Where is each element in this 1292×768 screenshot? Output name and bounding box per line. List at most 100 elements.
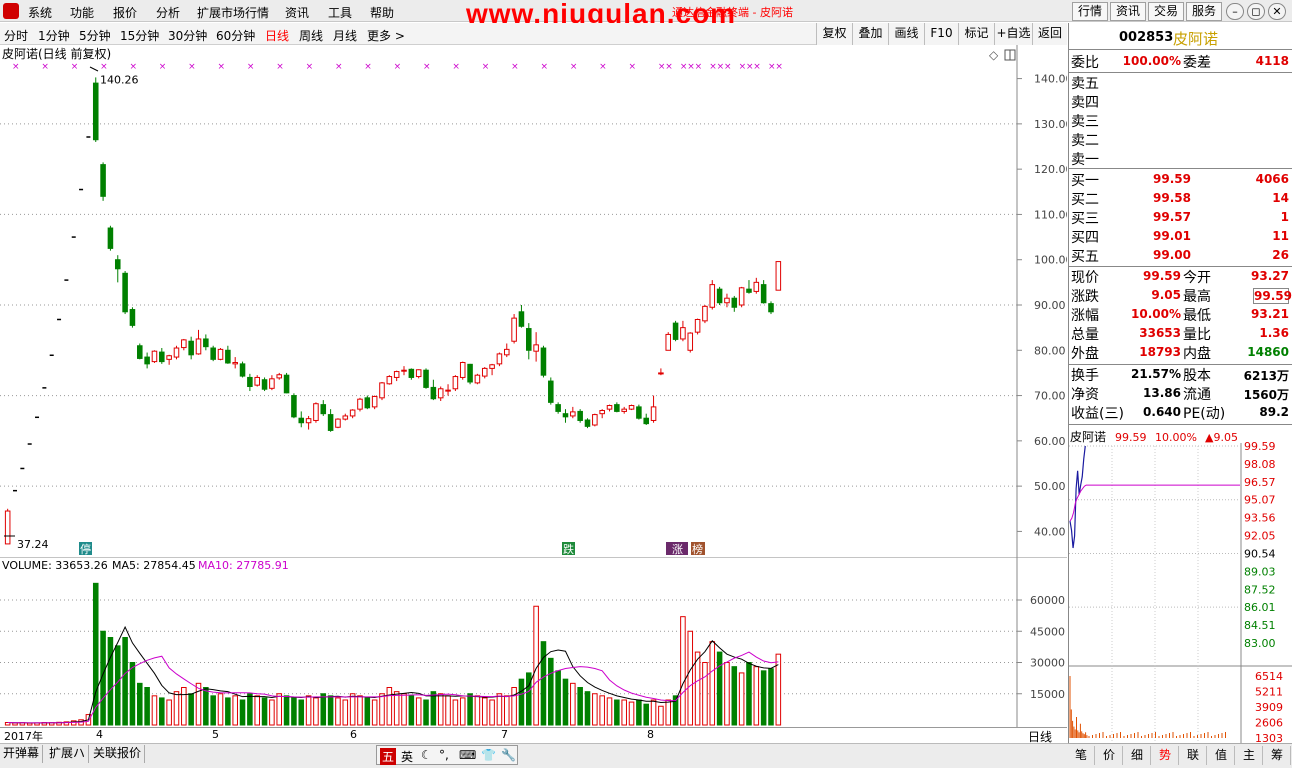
mini-price: 99.59 [1115, 431, 1147, 444]
punctuation-icon[interactable]: °, [439, 748, 449, 762]
top-button-service[interactable]: 服务 [1186, 2, 1222, 21]
volume-bar [393, 691, 400, 726]
period-monthly[interactable]: 月线 [333, 27, 357, 44]
candle [159, 348, 165, 364]
candle [349, 409, 356, 419]
tab-ticks[interactable]: 笔 [1068, 746, 1095, 765]
bottom-tab-extended[interactable]: 扩展ハ [46, 745, 90, 763]
mini-price-tick: 83.00 [1244, 637, 1276, 650]
signal-marker: × [247, 62, 255, 72]
candlestick-chart[interactable]: 140.00 130.00 120.00 110.00 100.00 90.00 80.00… [0, 45, 1067, 557]
top-button-market[interactable]: 行情 [1072, 2, 1108, 21]
moon-icon[interactable]: ☾ [421, 748, 432, 762]
tool-button-f10[interactable]: F10 [924, 23, 958, 45]
menu-item-function[interactable]: 功能 [70, 4, 94, 21]
shirt-icon[interactable]: 👕 [481, 748, 496, 762]
volume-bar [562, 678, 569, 726]
intraday-mini-chart[interactable]: 皮阿诺 99.59 10.00% ▲9.05 99.59 98.08 96.57 95… [1069, 428, 1292, 743]
period-15min[interactable]: 15分钟 [120, 27, 159, 44]
menu-item-news[interactable]: 资讯 [285, 4, 309, 21]
candle [592, 413, 598, 427]
candle [239, 361, 246, 378]
menu-item-help[interactable]: 帮助 [370, 4, 394, 21]
stat-label-net-assets: 净资 [1071, 387, 1099, 403]
bid-row[interactable]: 买三 99.57 1 [1071, 208, 1291, 227]
top-button-news[interactable]: 资讯 [1110, 2, 1146, 21]
bid-row[interactable]: 买二 99.58 14 [1071, 189, 1291, 208]
tool-button-add-favorite[interactable]: +自选 [994, 23, 1032, 45]
volume-chart[interactable]: 60000 45000 30000 15000 VOLUME: 33653.26 MA… [0, 557, 1067, 727]
volume-bar [496, 693, 503, 726]
time-label-apr: 4 [96, 728, 103, 741]
period-5min[interactable]: 5分钟 [79, 27, 111, 44]
period-60min[interactable]: 60分钟 [216, 27, 255, 44]
signal-marker: × [423, 62, 431, 72]
event-marker-drop[interactable]: 跌 [563, 542, 574, 556]
bid-row[interactable]: 买四 99.01 11 [1071, 227, 1291, 246]
volume-bar [430, 691, 437, 726]
tab-price[interactable]: 价 [1096, 746, 1123, 765]
weicha-value: 4118 [1255, 54, 1289, 68]
tool-button-mark[interactable]: 标记 [958, 23, 994, 45]
candle [342, 413, 349, 421]
period-intraday[interactable]: 分时 [4, 27, 28, 44]
tool-button-adjust[interactable]: 复权 [816, 23, 852, 45]
signal-marker: × [306, 62, 314, 72]
bid-3-price: 99.57 [1153, 210, 1191, 224]
chart-diamond-icon[interactable]: ◇ [989, 48, 999, 62]
event-marker-list[interactable]: 榜 [692, 542, 703, 556]
candle [606, 404, 613, 412]
tab-main[interactable]: 主 [1236, 746, 1263, 765]
menu-item-quote[interactable]: 报价 [113, 4, 137, 21]
app-logo-icon[interactable] [3, 3, 19, 19]
tool-button-draw[interactable]: 画线 [888, 23, 924, 45]
volume-tick-label: 60000 [1030, 594, 1065, 607]
volume-bar [188, 693, 194, 726]
tab-trend[interactable]: 势 [1152, 746, 1179, 765]
volume-bar [481, 697, 488, 726]
period-weekly[interactable]: 周线 [299, 27, 323, 44]
ime-five-stroke[interactable]: 五 [380, 748, 397, 765]
volume-bar [643, 703, 649, 726]
candle [173, 345, 180, 360]
tool-button-back[interactable]: 返回 [1032, 23, 1067, 45]
tab-related[interactable]: 联 [1180, 746, 1207, 765]
period-more[interactable]: 更多 > [367, 27, 405, 44]
ime-toolbar[interactable]: 五 英 ☾ °, ⌨ 👕 🔧 [376, 745, 518, 765]
top-button-trade[interactable]: 交易 [1148, 2, 1184, 21]
tab-chips[interactable]: 筹 [1264, 746, 1291, 765]
period-daily[interactable]: 日线 [265, 27, 289, 44]
volume-bar [313, 697, 319, 726]
mini-volume-tick: 6514 [1255, 670, 1283, 683]
menu-item-tools[interactable]: 工具 [328, 4, 352, 21]
event-marker-rise[interactable]: 涨 [672, 543, 683, 556]
price-tick-label: 130.00 [1034, 118, 1067, 131]
bottom-tab-related-quote[interactable]: 关联报价 [90, 745, 146, 763]
menu-item-extended-market[interactable]: 扩展市场行情 [197, 4, 269, 21]
minimize-icon[interactable]: – [1226, 3, 1244, 20]
candle [151, 350, 158, 363]
candle [694, 318, 701, 335]
keyboard-icon[interactable]: ⌨ [459, 748, 476, 762]
time-label-jun: 6 [350, 728, 357, 741]
tool-button-overlay[interactable]: 叠加 [852, 23, 888, 45]
volume-bar [408, 695, 415, 726]
volume-bar [92, 582, 99, 726]
event-marker-halt[interactable]: 停 [80, 542, 91, 556]
bid-row[interactable]: 买一 99.59 4066 [1071, 170, 1291, 189]
menu-item-analysis[interactable]: 分析 [156, 4, 180, 21]
bottom-tab-danmaku[interactable]: 开弹幕 [0, 745, 44, 763]
chart-title: 皮阿诺(日线 前复权) [2, 46, 111, 61]
tab-value[interactable]: 值 [1208, 746, 1235, 765]
menu-item-system[interactable]: 系统 [28, 4, 52, 21]
restore-icon[interactable]: ◻ [1247, 3, 1265, 20]
period-30min[interactable]: 30分钟 [168, 27, 207, 44]
volume-bar [452, 699, 459, 726]
candle [313, 402, 319, 423]
tab-detail[interactable]: 细 [1124, 746, 1151, 765]
period-1min[interactable]: 1分钟 [38, 27, 70, 44]
wrench-icon[interactable]: 🔧 [501, 748, 516, 762]
bid-row[interactable]: 买五 99.00 26 [1071, 246, 1291, 265]
close-icon[interactable]: ✕ [1268, 3, 1286, 20]
ime-english[interactable]: 英 [401, 748, 413, 765]
